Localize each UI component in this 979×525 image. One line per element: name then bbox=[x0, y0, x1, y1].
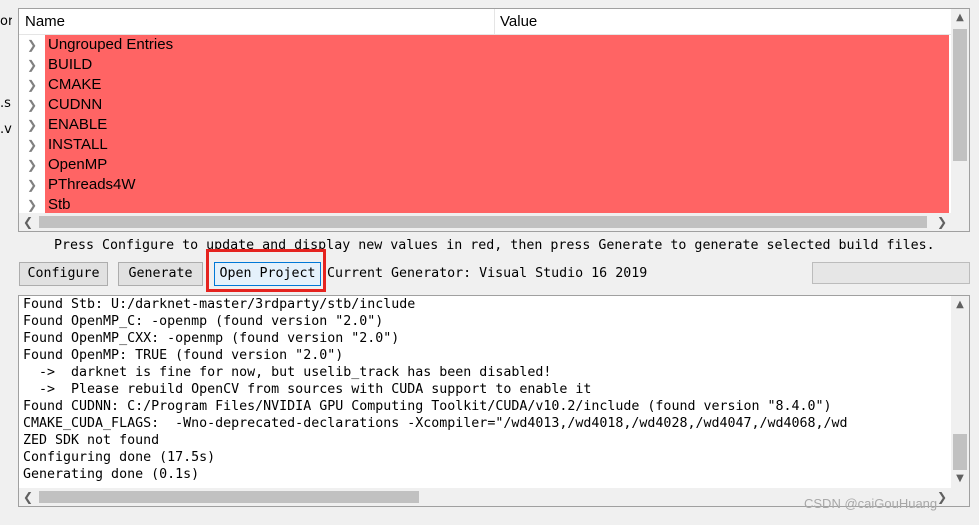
row-highlight bbox=[45, 135, 949, 155]
scroll-left-icon[interactable]: ❮ bbox=[23, 488, 33, 506]
generate-button[interactable]: Generate bbox=[118, 262, 203, 286]
cache-entries-tree[interactable]: Name Value ❯ Ungrouped Entries ❯ BUILD ❯ CM… bbox=[18, 8, 970, 232]
tree-vertical-scrollbar[interactable]: ▲ bbox=[951, 9, 969, 213]
scroll-up-icon[interactable]: ▲ bbox=[951, 9, 969, 27]
chevron-right-icon[interactable]: ❯ bbox=[25, 56, 39, 74]
log-line: Found OpenMP_CXX: -openmp (found version… bbox=[23, 331, 400, 346]
scroll-thumb[interactable] bbox=[39, 216, 927, 228]
log-line: Found OpenMP: TRUE (found version "2.0") bbox=[23, 348, 344, 363]
output-log[interactable]: Found Stb: U:/darknet-master/3rdparty/st… bbox=[18, 295, 970, 507]
column-header-value[interactable]: Value bbox=[500, 13, 537, 30]
chevron-right-icon[interactable]: ❯ bbox=[25, 196, 39, 214]
tree-row-label: Stb bbox=[48, 196, 71, 213]
row-highlight bbox=[45, 195, 949, 215]
tree-horizontal-scrollbar[interactable]: ❮ ❯ bbox=[19, 213, 969, 231]
tree-row-stb[interactable]: ❯ Stb bbox=[19, 195, 969, 215]
log-line: Found OpenMP_C: -openmp (found version "… bbox=[23, 314, 384, 329]
log-line: ZED SDK not found bbox=[23, 433, 160, 448]
column-divider[interactable] bbox=[494, 9, 495, 35]
tree-row-ungrouped-entries[interactable]: ❯ Ungrouped Entries bbox=[19, 35, 969, 55]
tree-row-label: Ungrouped Entries bbox=[48, 36, 174, 53]
tree-rows: ❯ Ungrouped Entries ❯ BUILD ❯ CMAKE ❯ CUDNN … bbox=[19, 35, 969, 215]
scroll-down-icon[interactable]: ▼ bbox=[951, 470, 969, 488]
row-highlight bbox=[45, 75, 949, 95]
log-line: Found CUDNN: C:/Program Files/NVIDIA GPU… bbox=[23, 399, 832, 414]
row-highlight bbox=[45, 115, 949, 135]
row-highlight bbox=[45, 35, 949, 55]
scroll-thumb[interactable] bbox=[953, 29, 967, 161]
tree-row-cudnn[interactable]: ❯ CUDNN bbox=[19, 95, 969, 115]
row-highlight bbox=[45, 175, 949, 195]
tree-row-install[interactable]: ❯ INSTALL bbox=[19, 135, 969, 155]
chevron-right-icon[interactable]: ❯ bbox=[25, 116, 39, 134]
row-highlight bbox=[45, 155, 949, 175]
log-lines: Found Stb: U:/darknet-master/3rdparty/st… bbox=[23, 296, 949, 486]
instruction-text: Press Configure to update and display ne… bbox=[54, 238, 935, 253]
scroll-left-icon[interactable]: ❮ bbox=[23, 213, 33, 231]
progress-bar bbox=[812, 262, 970, 284]
chevron-right-icon[interactable]: ❯ bbox=[25, 176, 39, 194]
tree-row-label: ENABLE bbox=[48, 116, 108, 133]
red-annotation-box bbox=[206, 249, 326, 292]
log-line: CMAKE_CUDA_FLAGS: -Wno-deprecated-declar… bbox=[23, 416, 848, 431]
tree-row-enable[interactable]: ❯ ENABLE bbox=[19, 115, 969, 135]
log-vertical-scrollbar[interactable]: ▲ ▼ bbox=[951, 296, 969, 488]
scroll-right-icon[interactable]: ❯ bbox=[937, 488, 947, 506]
tree-row-label: BUILD bbox=[48, 56, 93, 73]
chevron-right-icon[interactable]: ❯ bbox=[25, 96, 39, 114]
chevron-right-icon[interactable]: ❯ bbox=[25, 156, 39, 174]
tree-row-cmake[interactable]: ❯ CMAKE bbox=[19, 75, 969, 95]
tree-row-label: CUDNN bbox=[48, 96, 103, 113]
column-header-name[interactable]: Name bbox=[25, 13, 65, 30]
tree-row-pthreads4w[interactable]: ❯ PThreads4W bbox=[19, 175, 969, 195]
tree-row-openmp[interactable]: ❯ OpenMP bbox=[19, 155, 969, 175]
current-generator-label: Current Generator: Visual Studio 16 2019 bbox=[327, 266, 648, 281]
tree-row-label: PThreads4W bbox=[48, 176, 136, 193]
log-line: -> darknet is fine for now, but uselib_t… bbox=[23, 365, 552, 380]
tree-row-label: CMAKE bbox=[48, 76, 102, 93]
chevron-right-icon[interactable]: ❯ bbox=[25, 76, 39, 94]
left-window-strip: or .s .v bbox=[0, 0, 12, 525]
scroll-up-icon[interactable]: ▲ bbox=[951, 296, 969, 314]
configure-button[interactable]: Configure bbox=[19, 262, 108, 286]
tree-row-label: OpenMP bbox=[48, 156, 108, 173]
chevron-right-icon[interactable]: ❯ bbox=[25, 136, 39, 154]
log-line: Found Stb: U:/darknet-master/3rdparty/st… bbox=[23, 297, 416, 312]
left-strip-text: .v bbox=[0, 122, 12, 137]
log-line: Generating done (0.1s) bbox=[23, 467, 200, 482]
chevron-right-icon[interactable]: ❯ bbox=[25, 36, 39, 54]
row-highlight bbox=[45, 95, 949, 115]
left-strip-text: or bbox=[0, 14, 12, 29]
tree-row-label: INSTALL bbox=[48, 136, 108, 153]
log-line: -> Please rebuild OpenCV from sources wi… bbox=[23, 382, 592, 397]
watermark-text: CSDN @caiGouHuang bbox=[804, 496, 938, 511]
scroll-thumb[interactable] bbox=[953, 434, 967, 470]
row-highlight bbox=[45, 55, 949, 75]
scroll-thumb[interactable] bbox=[39, 491, 419, 503]
left-strip-text: .s bbox=[0, 96, 11, 111]
tree-row-build[interactable]: ❯ BUILD bbox=[19, 55, 969, 75]
log-line: Configuring done (17.5s) bbox=[23, 450, 216, 465]
tree-header: Name Value bbox=[19, 9, 969, 35]
scroll-right-icon[interactable]: ❯ bbox=[937, 213, 947, 231]
